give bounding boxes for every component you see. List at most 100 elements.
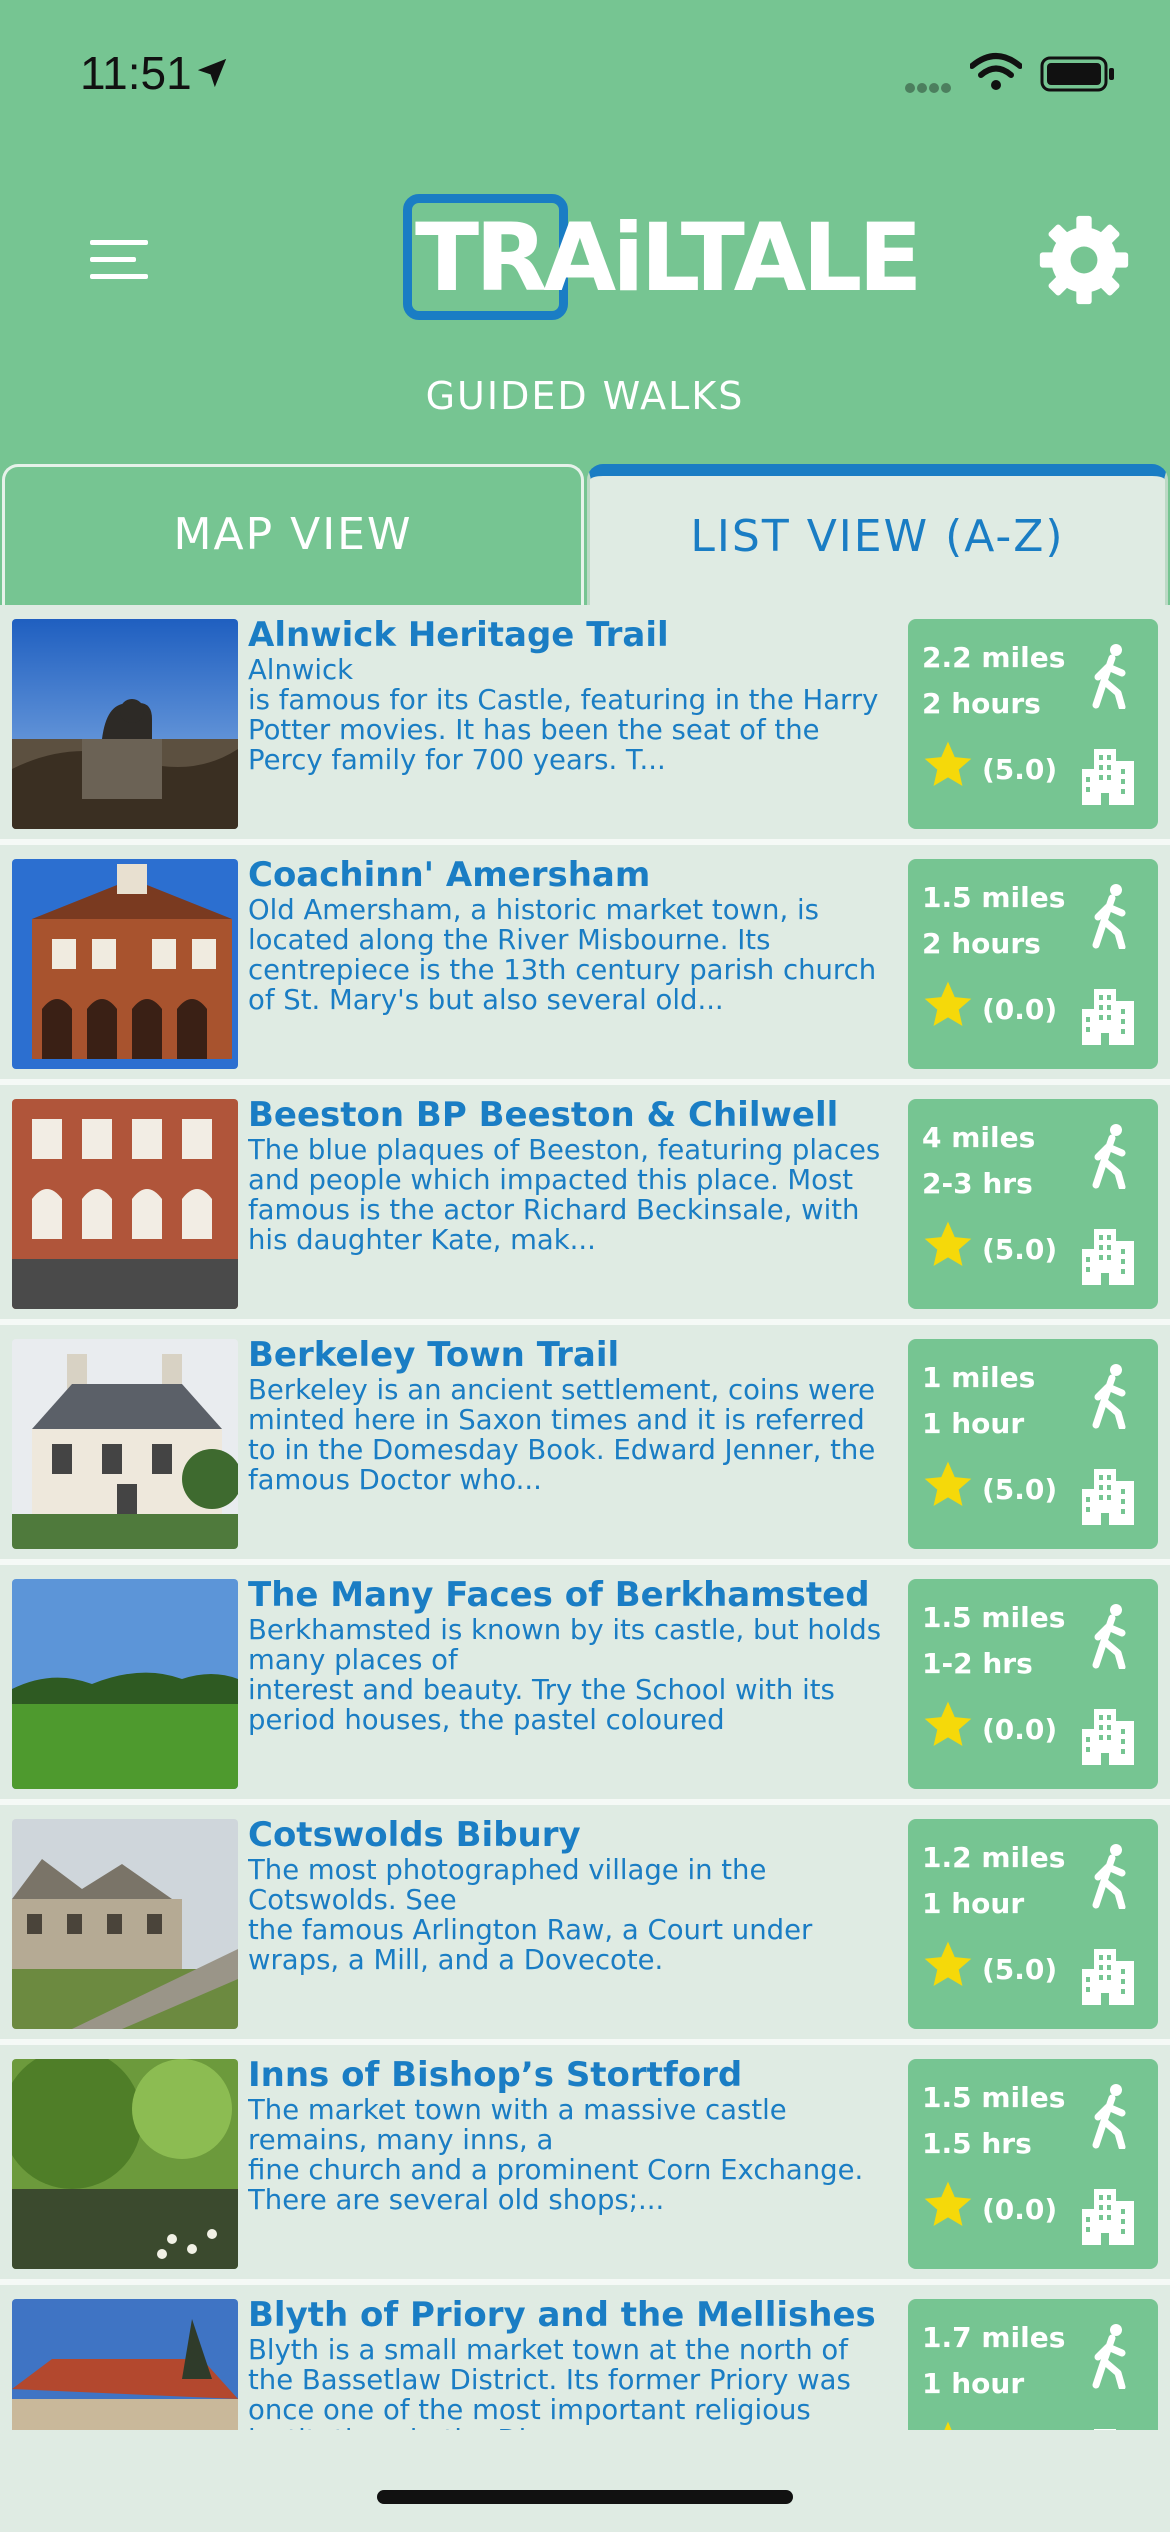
walk-list-item[interactable]: Blyth of Priory and the Mellishes Blyth i… (0, 2285, 1170, 2430)
walking-person-icon (1088, 1123, 1134, 1193)
walk-thumbnail (12, 1579, 238, 1789)
star-icon (920, 2417, 976, 2430)
tab-list-view[interactable]: LIST VIEW (A-Z) (587, 464, 1168, 605)
walk-thumbnail (12, 1819, 238, 2029)
walk-thumbnail (12, 1099, 238, 1309)
walk-rating: (5.0) (982, 1233, 1058, 1266)
walk-description: The most photographed village in the Cot… (248, 1855, 813, 1976)
walk-list-item[interactable]: Alnwick Heritage Trail Alnwick is famous f… (0, 605, 1170, 845)
trailtale-logo: TRAiLTALE (395, 190, 922, 330)
star-icon (920, 1457, 976, 1517)
walk-description: Old Amersham, a historic market town, is… (248, 895, 877, 1016)
status-time: 11:51 (80, 47, 192, 99)
walk-list-item[interactable]: Berkeley Town Trail Berkeley is an ancien… (0, 1325, 1170, 1565)
walk-title: The Many Faces of Berkhamsted (248, 1575, 870, 1615)
walks-list[interactable]: Alnwick Heritage Trail Alnwick is famous f… (0, 605, 1170, 2430)
walking-person-icon (1088, 1603, 1134, 1673)
walk-rating: (5.0) (982, 753, 1058, 786)
walk-distance: 1.7 miles (922, 2321, 1066, 2354)
location-arrow-icon (197, 58, 227, 88)
walking-person-icon (1088, 2083, 1134, 2153)
walk-stats-panel: 1.5 miles 1.5 hrs (0.0) (908, 2059, 1158, 2269)
walk-thumbnail (12, 1339, 238, 1549)
walk-thumbnail (12, 2059, 238, 2269)
tab-map-view[interactable]: MAP VIEW (2, 464, 584, 605)
walk-stats-panel: 2.2 miles 2 hours (5.0) (908, 619, 1158, 829)
walking-person-icon (1088, 1843, 1134, 1913)
city-buildings-icon (1080, 1223, 1136, 1289)
walk-rating: (0.0) (982, 993, 1058, 1026)
star-icon (920, 1217, 976, 1277)
walk-title: Cotswolds Bibury (248, 1815, 581, 1855)
walking-person-icon (1088, 1363, 1134, 1433)
star-icon (920, 977, 976, 1037)
walk-duration: 1-2 hrs (922, 1647, 1033, 1680)
city-buildings-icon (1080, 2183, 1136, 2249)
app-header: 11:51 TRAiLTALE GUIDED WALKS MAP VIEW LI… (0, 0, 1170, 605)
walk-rating: (0.0) (982, 2193, 1058, 2226)
walk-stats-panel: 1.5 miles 1-2 hrs (0.0) (908, 1579, 1158, 1789)
star-icon (920, 1937, 976, 1997)
walk-title: Blyth of Priory and the Mellishes (248, 2295, 876, 2335)
walk-thumbnail (12, 859, 238, 1069)
walk-duration: 1 hour (922, 1887, 1025, 1920)
page-subtitle: GUIDED WALKS (425, 374, 745, 418)
star-icon (920, 737, 976, 797)
walk-stats-panel: 1 miles 1 hour (5.0) (908, 1339, 1158, 1549)
walk-list-item[interactable]: The Many Faces of Berkhamsted Berkhamsted… (0, 1565, 1170, 1805)
walk-distance: 1.2 miles (922, 1841, 1066, 1874)
hamburger-menu-icon[interactable] (90, 240, 150, 282)
walking-person-icon (1088, 643, 1134, 713)
walk-title: Alnwick Heritage Trail (248, 615, 669, 655)
walk-distance: 1.5 miles (922, 1601, 1066, 1634)
walk-list-item[interactable]: Cotswolds Bibury The most photographed vi… (0, 1805, 1170, 2045)
walk-title: Coachinn' Amersham (248, 855, 651, 895)
walk-duration: 1.5 hrs (922, 2127, 1032, 2160)
walk-description: Blyth is a small market town at the nort… (248, 2335, 851, 2430)
star-icon (920, 2177, 976, 2237)
walk-distance: 4 miles (922, 1121, 1036, 1154)
walk-description: The market town with a massive castle re… (248, 2095, 864, 2216)
walk-thumbnail (12, 2299, 238, 2430)
walk-stats-panel: 4 miles 2-3 hrs (5.0) (908, 1099, 1158, 1309)
walk-distance: 1 miles (922, 1361, 1036, 1394)
walk-distance: 1.5 miles (922, 2081, 1066, 2114)
walk-description: Berkeley is an ancient settlement, coins… (248, 1375, 876, 1496)
walk-list-item[interactable]: Coachinn' Amersham Old Amersham, a histor… (0, 845, 1170, 1085)
home-indicator[interactable] (377, 2490, 793, 2504)
signal-dots-icon (905, 78, 953, 97)
walk-duration: 2 hours (922, 927, 1041, 960)
star-icon (920, 1697, 976, 1757)
walk-duration: 1 hour (922, 2367, 1025, 2400)
walk-distance: 2.2 miles (922, 641, 1066, 674)
walk-stats-panel: 1.7 miles1 hour(5.0) (908, 2299, 1158, 2430)
walking-person-icon (1088, 883, 1134, 953)
city-buildings-icon (1080, 1703, 1136, 1769)
city-buildings-icon (1080, 983, 1136, 1049)
walking-person-icon (1088, 2323, 1134, 2393)
city-buildings-icon (1080, 2423, 1136, 2430)
battery-icon (1040, 56, 1114, 92)
city-buildings-icon (1080, 1463, 1136, 1529)
walk-stats-panel: 1.2 miles 1 hour (5.0) (908, 1819, 1158, 2029)
walk-list-item[interactable]: Beeston BP Beeston & Chilwell The blue pl… (0, 1085, 1170, 1325)
walk-description: The blue plaques of Beeston, featuring p… (248, 1135, 881, 1256)
walk-list-item[interactable]: Inns of Bishop’s Stortford The market tow… (0, 2045, 1170, 2285)
walk-duration: 2-3 hrs (922, 1167, 1033, 1200)
gear-icon[interactable] (1036, 212, 1132, 308)
walk-rating: (0.0) (982, 1713, 1058, 1746)
walk-distance: 1.5 miles (922, 881, 1066, 914)
walk-duration: 2 hours (922, 687, 1041, 720)
walk-title: Inns of Bishop’s Stortford (248, 2055, 743, 2095)
walk-description: Alnwick is famous for its Castle, featuri… (248, 655, 879, 776)
walk-rating: (5.0) (982, 1473, 1058, 1506)
walk-duration: 1 hour (922, 1407, 1025, 1440)
city-buildings-icon (1080, 1943, 1136, 2009)
wifi-icon (970, 53, 1022, 90)
walk-description: Berkhamsted is known by its castle, but … (248, 1615, 882, 1736)
walk-title: Beeston BP Beeston & Chilwell (248, 1095, 839, 1135)
city-buildings-icon (1080, 743, 1136, 809)
walk-stats-panel: 1.5 miles 2 hours (0.0) (908, 859, 1158, 1069)
walk-thumbnail (12, 619, 238, 829)
walk-rating: (5.0) (982, 1953, 1058, 1986)
